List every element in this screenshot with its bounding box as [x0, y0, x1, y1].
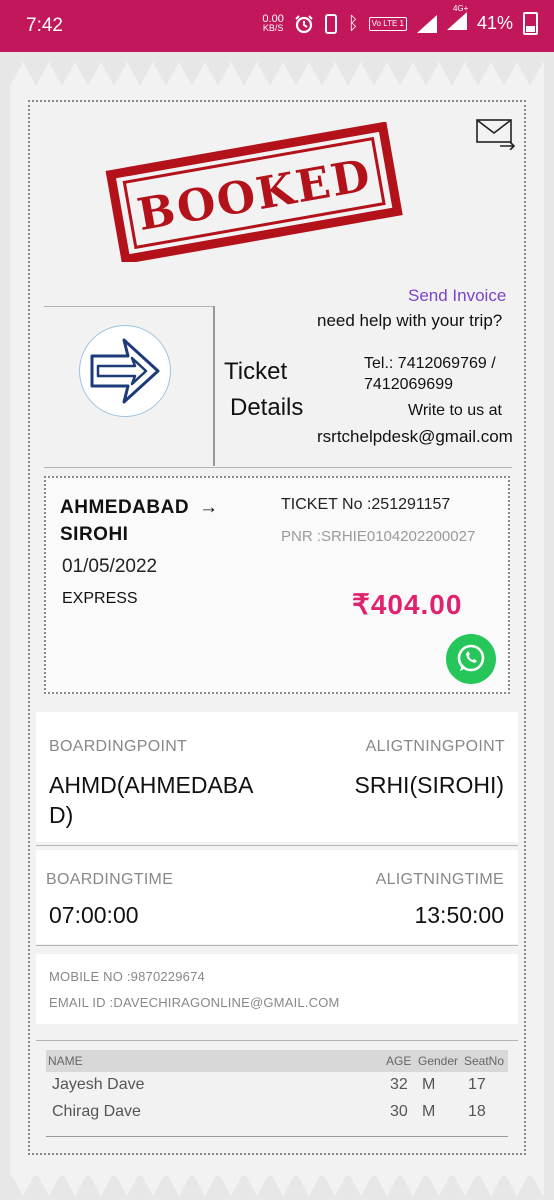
col-seat: SeatNo — [464, 1054, 505, 1068]
boarding-time-label: BOARDINGTIME — [46, 871, 174, 888]
net-speed: 0.00 KB/S — [262, 12, 284, 33]
col-age: AGE — [386, 1054, 412, 1068]
alighting-point-label: ALIGTNINGPOINT — [365, 738, 505, 755]
alighting-point-value: SRHI(SIROHI) — [354, 772, 505, 798]
help-email[interactable]: rsrtchelpdesk@gmail.com — [317, 426, 517, 447]
volte-badge: Vo LTE 1 — [368, 16, 407, 31]
divider-top — [44, 306, 214, 307]
passenger-gender: M — [422, 1076, 436, 1093]
signal-icon — [416, 14, 437, 33]
battery-text: 41% — [476, 13, 513, 33]
passenger-seat: 18 — [468, 1103, 486, 1120]
divider-contact — [36, 1040, 518, 1041]
battery-icon — [523, 12, 538, 35]
bluetooth-icon: ᛒ — [347, 13, 359, 33]
col-name: NAME — [48, 1054, 83, 1068]
fare-amount: ₹404.00 — [352, 589, 463, 620]
vibrate-icon — [324, 13, 337, 34]
boarding-point-label: BOARDINGPOINT — [49, 738, 188, 755]
passenger-seat: 17 — [468, 1076, 486, 1093]
paper-zigzag-bottom — [10, 1172, 544, 1196]
alarm-icon — [295, 14, 313, 33]
passenger-age: 32 — [390, 1076, 408, 1093]
status-bar: 7:42 0.00 KB/S ᛒ Vo LTE 1 4G+ 41% — [0, 0, 554, 52]
passenger-gender: M — [422, 1103, 436, 1120]
help-telephone[interactable]: Tel.: 7412069769 / 7412069699 — [364, 353, 524, 395]
passenger-name: Chirag Dave — [52, 1103, 141, 1120]
whatsapp-icon — [457, 644, 485, 672]
double-arrow-logo — [90, 338, 160, 404]
status-time: 7:42 — [26, 15, 63, 36]
divider-points — [36, 845, 518, 846]
alighting-time-value: 13:50:00 — [414, 902, 504, 928]
mobile-number: MOBILE NO :9870229674 — [49, 969, 205, 984]
help-write-label: Write to us at — [408, 402, 502, 419]
whatsapp-button[interactable] — [446, 634, 496, 684]
send-invoice-link[interactable]: Send Invoice — [408, 286, 506, 306]
mail-forward-icon[interactable] — [476, 118, 516, 150]
booked-stamp: BOOKED — [105, 122, 403, 262]
route-from: AHMEDABAD — [60, 497, 190, 518]
divider-header-bottom — [44, 467, 512, 468]
status-icons: 0.00 KB/S ᛒ Vo LTE 1 4G+ 41% — [262, 4, 538, 35]
divider-table-bottom — [46, 1136, 508, 1137]
contact-box — [36, 954, 518, 1024]
ticket-details-title: Ticket Details — [224, 358, 304, 421]
email-id: EMAIL ID :DAVECHIRAGONLINE@GMAIL.COM — [49, 995, 340, 1010]
alighting-time-label: ALIGTNINGTIME — [375, 871, 504, 888]
signal-tag: 4G+ — [452, 4, 469, 13]
ticket-number: TICKET No :251291157 — [281, 496, 451, 513]
route-arrow: → — [199, 497, 219, 518]
header-divider — [213, 306, 215, 466]
signal-4g: 4G+ — [446, 4, 468, 35]
passenger-age: 30 — [390, 1103, 408, 1120]
boarding-point-value: AHMD(AHMEDABAD) — [49, 772, 254, 828]
paper-zigzag-top — [10, 62, 544, 86]
help-question: need help with your trip? — [317, 311, 503, 330]
route: AHMEDABAD → SIROHI — [60, 494, 260, 548]
table-row: Chirag Dave 30 M 18 — [46, 1099, 508, 1126]
route-to: SIROHI — [60, 524, 129, 545]
journey-date: 01/05/2022 — [62, 556, 158, 577]
boarding-time-value: 07:00:00 — [49, 902, 139, 928]
signal-icon-2 — [446, 12, 467, 30]
pnr-number: PNR :SRHIE0104202200027 — [281, 528, 476, 545]
operator-logo — [79, 325, 171, 417]
service-type: EXPRESS — [62, 590, 138, 607]
table-row: Jayesh Dave 32 M 17 — [46, 1072, 508, 1099]
col-gender: Gender — [418, 1054, 459, 1068]
passenger-name: Jayesh Dave — [52, 1076, 145, 1093]
table-header: NAME AGE Gender SeatNo — [46, 1050, 508, 1072]
passenger-table: NAME AGE Gender SeatNo Jayesh Dave 32 M … — [46, 1050, 508, 1126]
divider-times — [36, 945, 518, 946]
